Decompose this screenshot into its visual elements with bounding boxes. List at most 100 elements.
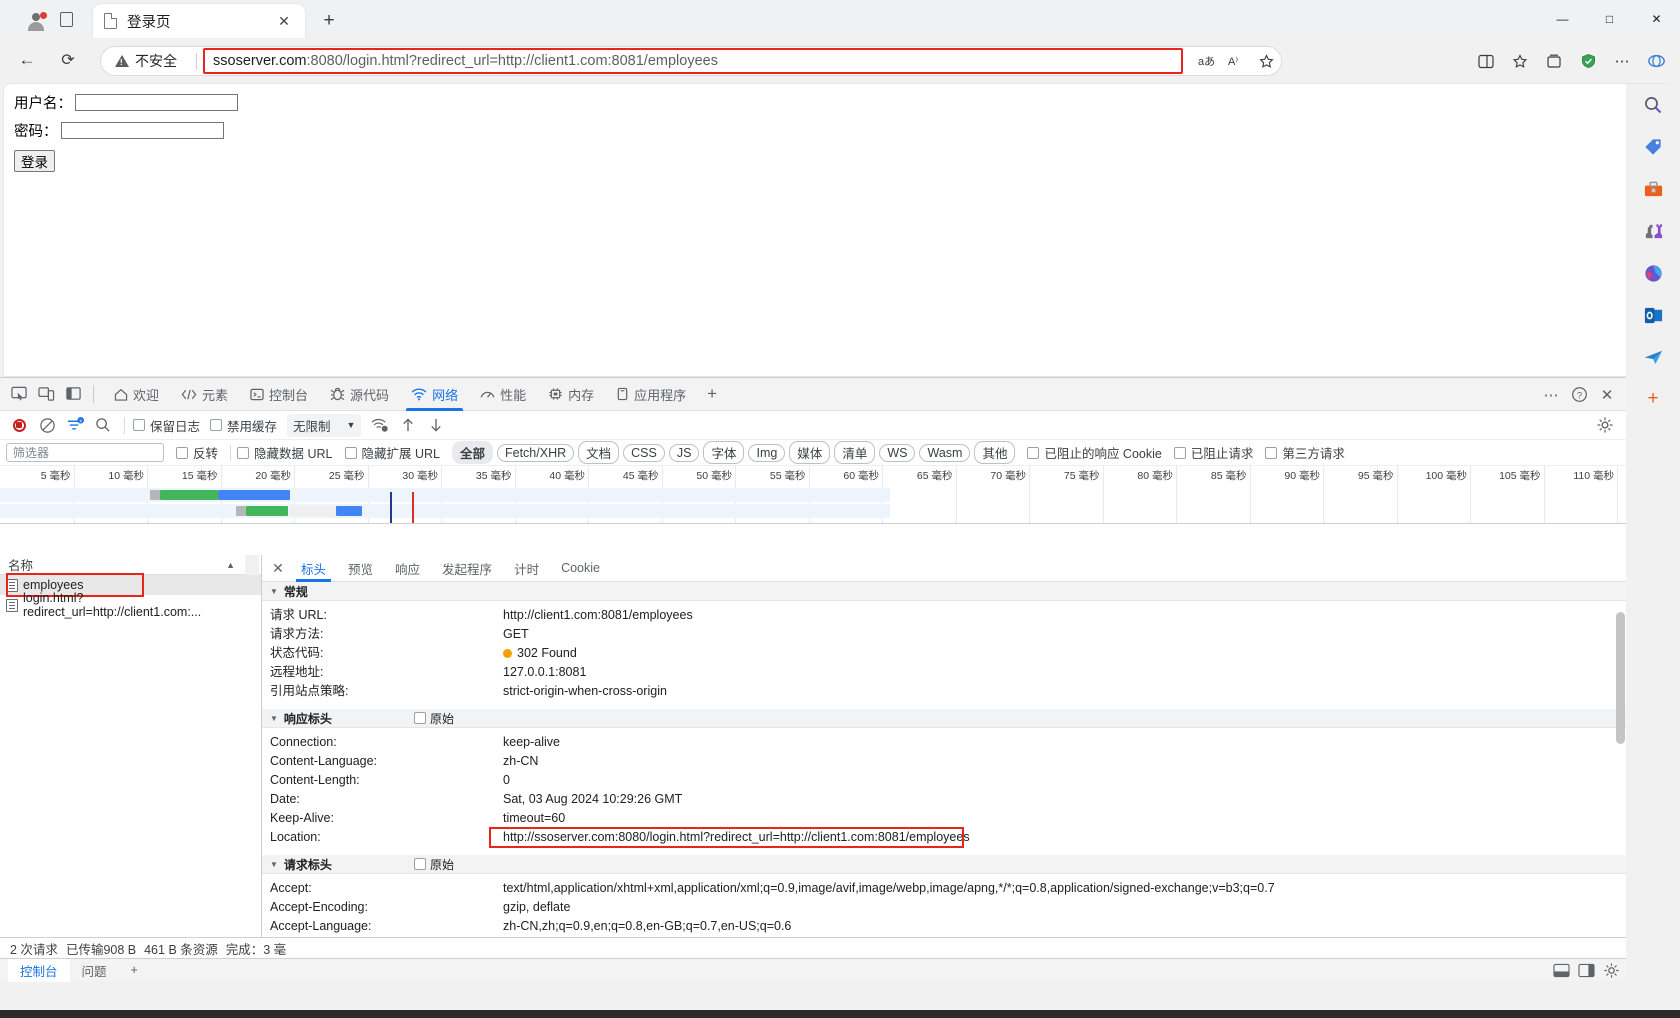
toolbox-icon[interactable]	[1626, 168, 1680, 210]
close-devtools-icon[interactable]: ✕	[1594, 382, 1620, 408]
filter-input[interactable]: 筛选器	[6, 443, 164, 462]
detail-tab-preview[interactable]: 预览	[337, 555, 384, 582]
record-button[interactable]	[6, 413, 32, 437]
settings-more-icon[interactable]: ⋯	[1606, 46, 1638, 76]
dock-side-icon[interactable]	[62, 383, 84, 405]
favorites-icon[interactable]	[1504, 46, 1536, 76]
tab-actions-button[interactable]	[52, 6, 80, 32]
maximize-button[interactable]: □	[1586, 0, 1633, 38]
network-overview[interactable]: 5 毫秒 10 毫秒 15 毫秒 20 毫秒 25 毫秒 30 毫秒 35 毫秒 40 毫秒 4…	[0, 466, 1626, 524]
read-aloud-icon[interactable]: aあ	[1191, 47, 1221, 75]
tab-network[interactable]: 网络	[400, 378, 469, 411]
login-button[interactable]: 登录	[14, 150, 55, 172]
back-button[interactable]: ←	[12, 45, 42, 75]
settings-icon[interactable]	[1592, 413, 1618, 437]
username-input[interactable]	[75, 94, 238, 111]
filter-type-fetch-xhr[interactable]: Fetch/XHR	[497, 443, 575, 462]
games-icon[interactable]	[1626, 210, 1680, 252]
filter-type-manifest[interactable]: 清单	[834, 441, 876, 464]
filter-type-js[interactable]: JS	[668, 443, 700, 462]
preserve-log-checkbox[interactable]: 保留日志	[133, 416, 200, 435]
add-panel-button[interactable]: +	[697, 384, 727, 404]
hide-data-urls-checkbox[interactable]: 隐藏数据 URL	[237, 443, 333, 462]
tab-welcome[interactable]: 欢迎	[103, 378, 170, 411]
office-icon[interactable]	[1626, 252, 1680, 294]
add-icon[interactable]: +	[1626, 378, 1680, 420]
throttling-select[interactable]: 无限制 ▼	[287, 413, 362, 437]
profile-button[interactable]	[10, 4, 47, 34]
list-scrollbar[interactable]	[245, 555, 259, 575]
third-party-checkbox[interactable]: 第三方请求	[1265, 443, 1345, 462]
browser-essentials-icon[interactable]	[1572, 46, 1604, 76]
tab-console[interactable]: 控制台	[239, 378, 319, 411]
immersive-reader-icon[interactable]: A⁾	[1221, 47, 1251, 75]
browser-tab[interactable]: 登录页 ✕	[93, 4, 305, 38]
detail-tab-headers[interactable]: 标头	[290, 555, 337, 582]
tab-sources[interactable]: 源代码	[319, 378, 400, 411]
raw-toggle-response[interactable]: 原始	[413, 710, 454, 727]
detail-tab-initiator[interactable]: 发起程序	[431, 555, 503, 582]
filter-type-ws[interactable]: WS	[879, 443, 916, 462]
drawer-tab-console[interactable]: 控制台	[8, 958, 70, 982]
filter-type-other[interactable]: 其他	[974, 441, 1016, 464]
request-row-login[interactable]: login.html?redirect_url=http://client1.c…	[0, 591, 261, 619]
filter-type-wasm[interactable]: Wasm	[919, 443, 971, 462]
detail-tab-response[interactable]: 响应	[384, 555, 431, 582]
detail-scrollbar[interactable]	[1616, 612, 1625, 744]
settings-gear-icon[interactable]	[1603, 962, 1620, 979]
detail-tab-timing[interactable]: 计时	[503, 555, 550, 582]
url-input[interactable]: ssoserver.com:8080/login.html?redirect_u…	[203, 48, 1183, 74]
tab-application[interactable]: 应用程序	[605, 378, 697, 411]
tag-icon[interactable]	[1626, 126, 1680, 168]
more-options-icon[interactable]: ⋯	[1538, 382, 1564, 408]
split-screen-icon[interactable]	[1470, 46, 1502, 76]
filter-type-font[interactable]: 字体	[703, 441, 745, 464]
invert-checkbox[interactable]: 反转	[176, 443, 218, 462]
password-input[interactable]	[60, 122, 224, 139]
request-list-header[interactable]: 名称 ▲	[0, 555, 261, 575]
filter-type-img[interactable]: Img	[748, 443, 786, 462]
section-header-response[interactable]: ▼ 响应标头 原始	[262, 709, 1626, 728]
inspect-element-icon[interactable]	[8, 383, 30, 405]
add-favorite-icon[interactable]	[1251, 47, 1281, 75]
tab-elements[interactable]: 元素	[170, 378, 239, 411]
import-har-icon[interactable]	[395, 413, 421, 437]
outlook-icon[interactable]	[1626, 294, 1680, 336]
close-detail-button[interactable]: ✕	[266, 556, 290, 580]
close-tab-button[interactable]: ✕	[273, 10, 295, 32]
drawer-tab-issues[interactable]: 问题	[70, 959, 119, 982]
dock-bottom-icon[interactable]	[1553, 963, 1570, 978]
detail-tab-cookies[interactable]: Cookie	[550, 555, 611, 582]
search-button[interactable]	[90, 413, 116, 437]
filter-type-css[interactable]: CSS	[623, 443, 665, 462]
tab-memory[interactable]: 内存	[537, 378, 605, 411]
dock-right-icon[interactable]	[1578, 963, 1595, 978]
filter-type-all[interactable]: 全部	[451, 441, 493, 464]
site-security-chip[interactable]: 不安全	[101, 47, 187, 75]
hide-extension-urls-checkbox[interactable]: 隐藏扩展 URL	[344, 443, 440, 462]
clear-button[interactable]	[34, 413, 60, 437]
tab-performance[interactable]: 性能	[469, 378, 537, 411]
collections-icon[interactable]	[1538, 46, 1570, 76]
help-icon[interactable]: ?	[1566, 382, 1592, 408]
filter-type-media[interactable]: 媒体	[789, 441, 831, 464]
reload-button[interactable]: ⟳	[53, 45, 83, 75]
address-bar[interactable]: 不安全 ssoserver.com:8080/login.html?redire…	[100, 46, 1282, 76]
section-header-request[interactable]: ▼ 请求标头 原始	[262, 855, 1626, 874]
drawer-add-tab-button[interactable]: +	[119, 959, 150, 982]
section-header-general[interactable]: ▼ 常规	[262, 582, 1626, 601]
close-window-button[interactable]: ✕	[1633, 0, 1680, 38]
blocked-requests-checkbox[interactable]: 已阻止请求	[1173, 443, 1253, 462]
network-conditions-icon[interactable]	[367, 413, 393, 437]
new-tab-button[interactable]: +	[315, 7, 343, 35]
copilot-icon[interactable]	[1640, 46, 1672, 76]
export-har-icon[interactable]	[423, 413, 449, 437]
device-toolbar-icon[interactable]	[35, 383, 57, 405]
raw-toggle-request[interactable]: 原始	[413, 856, 454, 873]
disable-cache-checkbox[interactable]: 禁用缓存	[210, 416, 277, 435]
search-icon[interactable]	[1626, 84, 1680, 126]
filter-type-doc[interactable]: 文档	[578, 441, 620, 464]
blocked-cookies-checkbox[interactable]: 已阻止的响应 Cookie	[1027, 443, 1162, 462]
send-icon[interactable]	[1626, 336, 1680, 378]
minimize-button[interactable]: —	[1539, 0, 1586, 38]
